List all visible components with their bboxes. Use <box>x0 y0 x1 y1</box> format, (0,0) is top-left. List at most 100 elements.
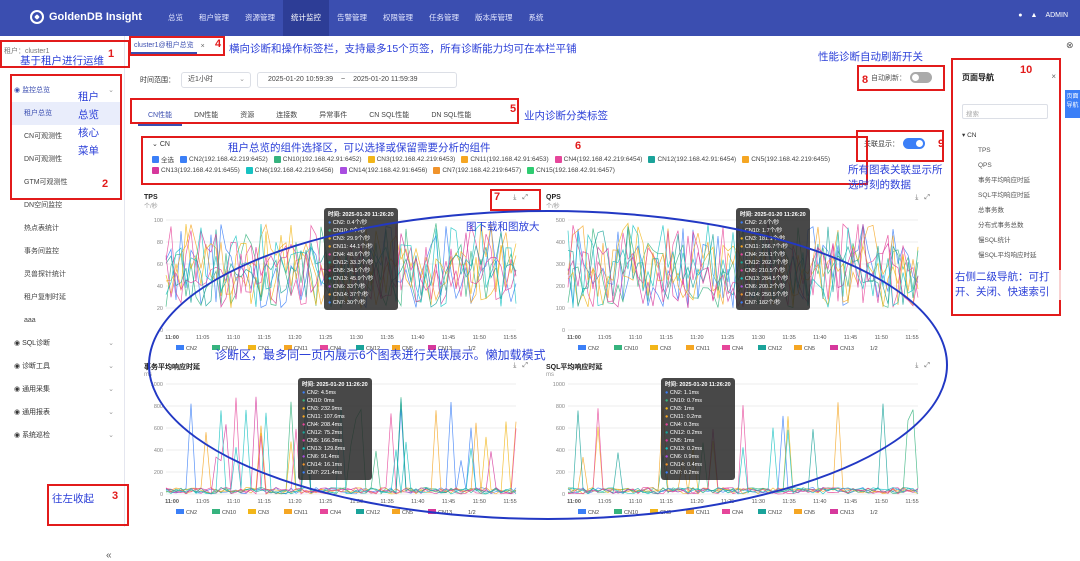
legend-label[interactable]: CN13 <box>840 510 854 516</box>
download-icon[interactable]: ⤓ <box>915 194 918 202</box>
annotation-text-6: 租户总览的组件选择区，可以选择或保留需要分析的组件 <box>228 142 491 154</box>
sidebar-item[interactable]: aaa <box>10 309 120 332</box>
legend-label[interactable]: CN12 <box>768 510 782 516</box>
legend-label[interactable]: CN12 <box>366 510 380 516</box>
sidebar-item[interactable]: 热点表统计 <box>10 217 120 240</box>
app-logo[interactable]: GoldenDB Insight <box>30 10 142 24</box>
y-tick-label: 100 <box>154 218 163 224</box>
annotation-number-2: 2 <box>102 178 109 190</box>
user-name[interactable]: ADMIN <box>1045 12 1068 19</box>
legend-swatch[interactable] <box>320 509 328 514</box>
time-range-label: 时间范围： <box>140 77 175 84</box>
legend-swatch[interactable] <box>794 509 802 514</box>
top-bar: GoldenDB Insight 总览 租户管理 资源管理 统计监控 告警管理 权限管理任… <box>0 0 1080 36</box>
legend-swatch[interactable] <box>212 509 220 514</box>
sidebar-item[interactable]: ◉ ⌄ 通用报表 <box>10 401 120 424</box>
sidebar-item[interactable]: 事务间监控 <box>10 240 120 263</box>
app-brand: GoldenDB Insight <box>49 11 142 23</box>
user-icon[interactable]: ▲ <box>1031 12 1038 19</box>
legend-swatch[interactable] <box>248 509 256 514</box>
menu-group-icon: ◉ <box>14 386 23 393</box>
x-tick-label: 11:55 <box>905 499 918 505</box>
chevron-down-icon: ⌄ <box>108 409 114 416</box>
time-range-select[interactable]: 近1小时 ⌄ <box>181 72 251 88</box>
legend-swatch[interactable] <box>284 509 292 514</box>
annotation-text-3: 往左收起 <box>52 493 94 505</box>
nav-item[interactable]: 版本库管理 <box>467 0 521 36</box>
sidebar-item-label: 事务间监控 <box>24 248 59 255</box>
page-nav-tab[interactable]: 页面导航 <box>1065 90 1080 118</box>
x-tick-label: 11:35 <box>782 499 795 505</box>
date-range-picker[interactable]: 2025-01-20 10:59:39 ~2025-01-20 11:59:39 <box>257 72 457 88</box>
legend-label[interactable]: CN2 <box>186 510 197 516</box>
y-tick-label: 80 <box>157 240 163 246</box>
sidebar-item-label: 热点表统计 <box>24 225 59 232</box>
legend-swatch[interactable] <box>176 509 184 514</box>
annotation-number-8: 8 <box>862 74 869 86</box>
legend-swatch[interactable] <box>356 509 364 514</box>
help-icon[interactable]: ● <box>1018 12 1022 19</box>
x-tick-label: 11:15 <box>258 499 271 505</box>
legend-label[interactable]: CN10 <box>222 510 236 516</box>
sidebar-item[interactable]: ◉ ⌄ 系统巡检 <box>10 424 120 447</box>
close-circle-icon[interactable]: ⊗ <box>1066 40 1074 51</box>
sidebar-item-label: DN空间监控 <box>24 202 63 209</box>
fullscreen-icon[interactable]: ⤢ <box>924 194 930 202</box>
nav-item[interactable]: 租户管理 <box>191 0 237 36</box>
x-tick-label: 11:40 <box>813 499 826 505</box>
x-tick-label: 11:50 <box>875 499 888 505</box>
y-tick-label: 40 <box>157 284 163 290</box>
sidebar-item-label: 诊断工具 <box>22 363 51 370</box>
legend-swatch[interactable] <box>758 509 766 514</box>
annotation-number-5: 5 <box>510 103 517 115</box>
legend-swatch[interactable] <box>830 509 838 514</box>
menu-group-icon: ◉ <box>14 409 23 416</box>
sidebar-item-label: 灵兽探针统计 <box>24 271 66 278</box>
legend-swatch[interactable] <box>392 509 400 514</box>
annotation-text-1: 基于租户进行运维 <box>20 55 104 67</box>
annotation-number-9: 9 <box>938 138 945 150</box>
legend-label[interactable]: CN11 <box>294 510 308 516</box>
annotation-number-7: 7 <box>494 191 501 203</box>
annotation-text-ellipse: 诊断区，最多同一页内展示6个图表进行关联展示。懒加载模式 <box>215 348 546 362</box>
legend-swatch[interactable] <box>722 509 730 514</box>
annotation-number-6: 6 <box>575 140 582 152</box>
annotation-box-4 <box>129 36 225 56</box>
annotation-text-4: 横向诊断和操作标签栏，支持最多15个页签，所有诊断能力均可在本栏平铺 <box>229 43 577 55</box>
user-area[interactable]: ● ▲ ADMIN <box>1018 12 1068 19</box>
annotation-number-3: 3 <box>112 490 119 502</box>
nav-item[interactable]: 任务管理 <box>421 0 467 36</box>
sidebar-item[interactable]: ◉ ⌄ 通用采集 <box>10 378 120 401</box>
nav-item[interactable]: 系统 <box>521 0 552 36</box>
chart-title: TPS <box>144 194 158 201</box>
sidebar-item[interactable]: ◉ ⌄ 诊断工具 <box>10 355 120 378</box>
x-tick-label: 11:05 <box>196 499 209 505</box>
legend-label[interactable]: CN5 <box>402 510 413 516</box>
legend-label[interactable]: CN4 <box>330 510 341 516</box>
collapse-sidebar-button[interactable]: « <box>106 550 112 561</box>
nav-item[interactable]: 告警管理 <box>329 0 375 36</box>
sidebar-item-label: aaa <box>24 317 36 324</box>
x-tick-label: 11:25 <box>319 499 332 505</box>
annotation-box-5 <box>130 98 519 124</box>
chevron-down-icon: ⌄ <box>108 340 114 347</box>
sidebar-item[interactable]: 灵兽探针统计 <box>10 263 120 286</box>
x-tick-label: 11:00 <box>165 499 179 505</box>
sidebar-item[interactable]: ◉ ⌄ SQL诊断 <box>10 332 120 355</box>
legend-label[interactable]: CN5 <box>804 510 815 516</box>
annotation-number-4: 4 <box>215 38 222 50</box>
sidebar-item[interactable]: 租户复制时延 <box>10 286 120 309</box>
annotation-text-5: 业内诊断分类标签 <box>524 110 608 122</box>
nav-item[interactable]: 权限管理 <box>375 0 421 36</box>
y-tick-label: 60 <box>157 262 163 268</box>
legend-pager[interactable]: 1/2 <box>870 510 878 516</box>
legend-label[interactable]: CN3 <box>258 510 269 516</box>
nav-item[interactable]: 资源管理 <box>237 0 283 36</box>
legend-label[interactable]: CN4 <box>732 510 743 516</box>
legend-label[interactable]: CN11 <box>696 510 710 516</box>
annotation-box-8 <box>857 65 945 91</box>
logo-icon <box>30 10 44 24</box>
nav-item[interactable]: 统计监控 <box>283 0 329 36</box>
annotation-number-1: 1 <box>108 48 115 60</box>
nav-item[interactable]: 总览 <box>160 0 191 36</box>
